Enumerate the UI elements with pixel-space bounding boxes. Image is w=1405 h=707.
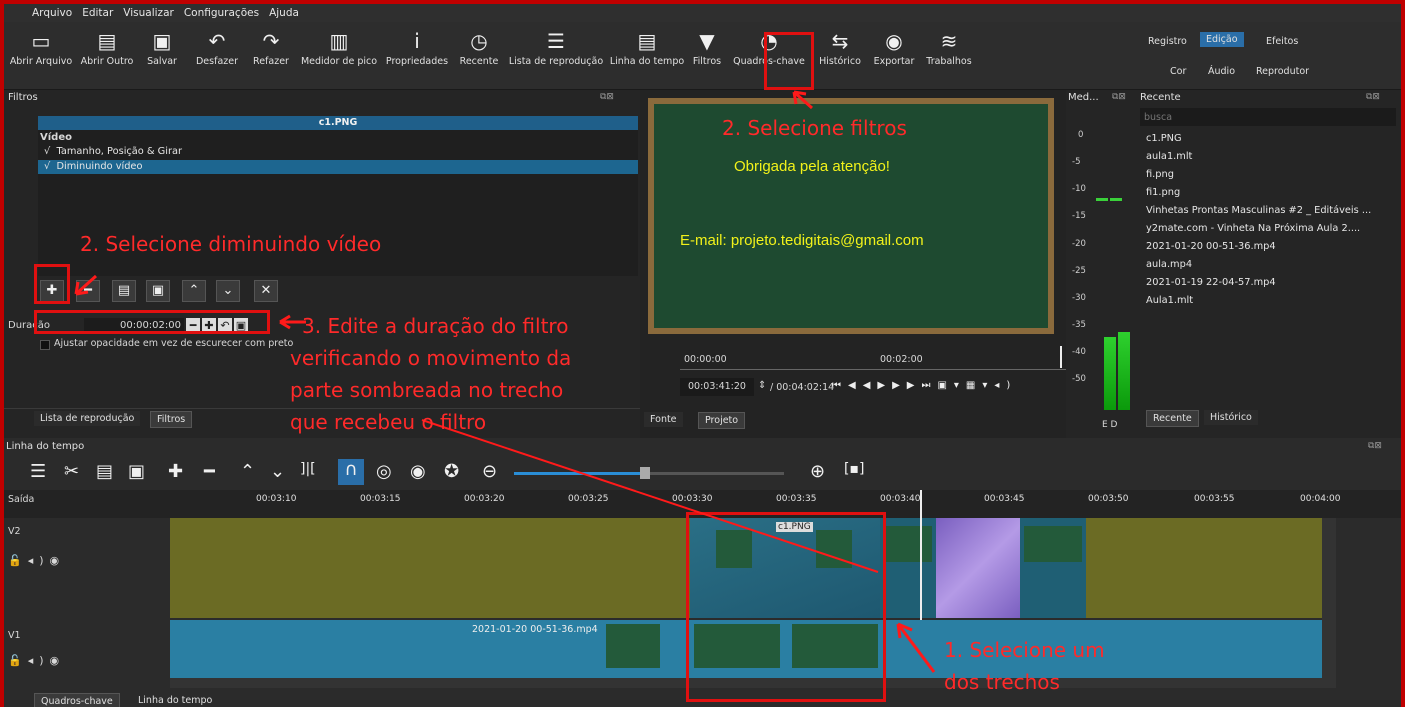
annotation-select-filters: 2. Selecione filtros	[722, 116, 907, 140]
annotation-arrows	[74, 90, 936, 673]
annotation-edit-duration: 3. Edite a duração do filtro	[302, 314, 569, 338]
arrow-shaded	[421, 419, 879, 573]
annotation-select-clip-2: dos trechos	[944, 670, 1060, 694]
annotation-edit-duration-4: que recebeu o filtro	[290, 410, 487, 434]
app-window: Arquivo Editar Visualizar Configurações …	[4, 4, 1401, 707]
annotation-edit-duration-3: parte sombreada no trecho	[290, 378, 564, 402]
annotation-select-clip: 1. Selecione um	[944, 638, 1105, 662]
annotation-edit-duration-2: verificando o movimento da	[290, 346, 572, 370]
arrow-clip	[896, 623, 936, 673]
annotation-select-fade: 2. Selecione diminuindo vídeo	[80, 232, 382, 256]
